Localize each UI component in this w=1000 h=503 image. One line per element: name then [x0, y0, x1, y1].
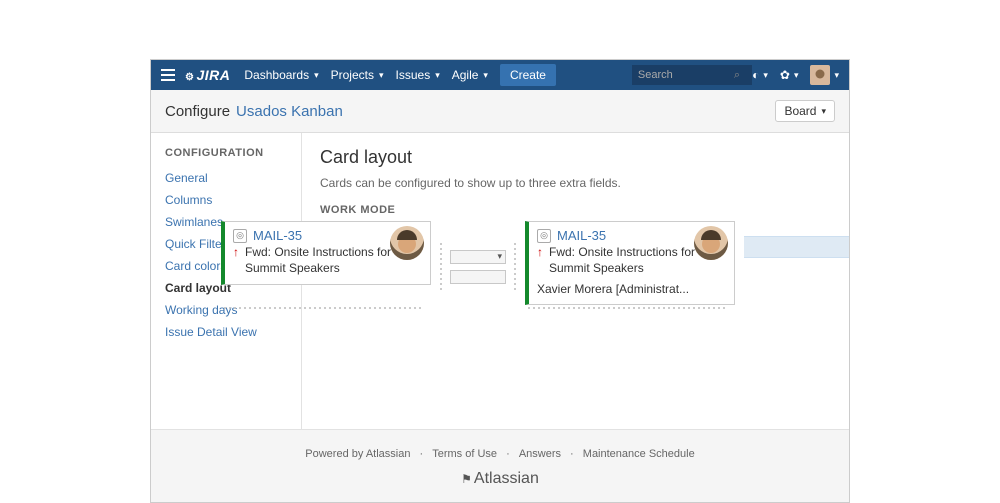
resize-dots-bottom	[528, 307, 725, 313]
search-icon[interactable]: ⌕	[734, 69, 740, 82]
issue-type-icon: ◎	[233, 229, 247, 243]
sidebar-item-general[interactable]: General	[165, 167, 301, 189]
field-selector-column: ▾	[450, 220, 506, 313]
issue-type-icon: ◎	[537, 229, 551, 243]
page-description: Cards can be configured to show up to th…	[320, 176, 831, 190]
top-navbar: JIRA Dashboards Projects Issues Agile Cr…	[151, 60, 849, 90]
main-content: Card layout Cards can be configured to s…	[301, 133, 849, 429]
assignee-name: Xavier Morera [Administrat...	[537, 282, 726, 296]
footer-link-terms[interactable]: Terms of Use	[432, 448, 497, 460]
user-avatar[interactable]: ▾	[810, 65, 839, 85]
sub-header: Configure Usados Kanban Board	[151, 90, 849, 133]
menu-icon[interactable]	[161, 69, 175, 81]
priority-icon: ↑	[537, 245, 543, 259]
assignee-avatar	[390, 226, 424, 260]
nav-dashboards[interactable]: Dashboards	[244, 68, 318, 82]
nav-projects[interactable]: Projects	[331, 68, 384, 82]
configure-label: Configure	[165, 103, 230, 120]
gear-icon[interactable]: ✿	[780, 68, 799, 82]
sidebar-heading: CONFIGURATION	[165, 147, 301, 159]
footer: Powered by Atlassian · Terms of Use · An…	[151, 429, 849, 502]
resize-dots-bottom	[224, 307, 421, 313]
notifications-icon[interactable]: ◐	[752, 68, 768, 82]
field-select-1[interactable]: ▾	[450, 250, 506, 264]
card-preview-left: ◎ MAIL-35 ↑ Fwd: Onsite Instructions for…	[220, 220, 432, 313]
field-select-2[interactable]	[450, 270, 506, 284]
resize-dots-side-left	[440, 220, 442, 313]
page-title: Card layout	[320, 147, 831, 168]
issue-key-link[interactable]: MAIL-35	[557, 228, 606, 243]
board-name-link[interactable]: Usados Kanban	[236, 103, 343, 120]
footer-link-powered[interactable]: Powered by Atlassian	[305, 448, 410, 460]
footer-link-maintenance[interactable]: Maintenance Schedule	[583, 448, 695, 460]
nav-issues[interactable]: Issues	[396, 68, 440, 82]
assignee-avatar	[694, 226, 728, 260]
resize-dots-side-right	[514, 220, 516, 313]
atlassian-brand: Atlassian	[151, 470, 849, 488]
sidebar-item-issue-detail-view[interactable]: Issue Detail View	[165, 321, 301, 343]
issue-key-link[interactable]: MAIL-35	[253, 228, 302, 243]
priority-icon: ↑	[233, 245, 239, 259]
card-preview-right: ◎ MAIL-35 ↑ Fwd: Onsite Instructions for…	[524, 220, 736, 313]
board-button[interactable]: Board	[775, 100, 835, 122]
nav-agile[interactable]: Agile	[452, 68, 488, 82]
jira-logo[interactable]: JIRA	[185, 67, 230, 83]
work-mode-label: WORK MODE	[320, 204, 831, 216]
sidebar-item-columns[interactable]: Columns	[165, 189, 301, 211]
footer-link-answers[interactable]: Answers	[519, 448, 561, 460]
create-button[interactable]: Create	[500, 64, 556, 86]
